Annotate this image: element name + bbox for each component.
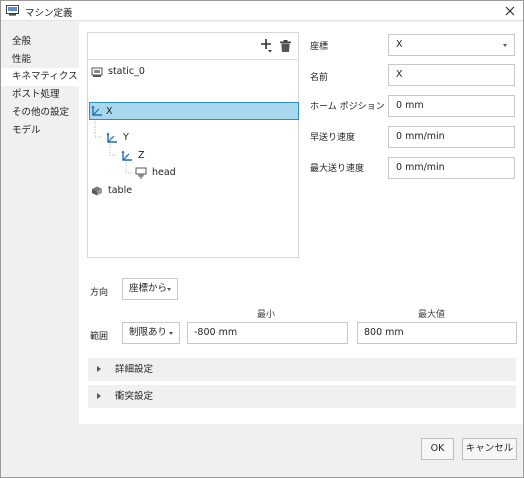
table-component-icon [92,186,102,196]
rapid-speed-label: 早送り速度 [310,133,356,143]
tree-item-y[interactable]: Y [106,129,256,147]
sidebar-item-other-settings[interactable]: その他の設定 [1,104,79,122]
tree-item-head[interactable]: head [135,164,285,182]
chevron-right-icon [97,366,101,372]
rapid-speed-field[interactable]: 0 mm/min [388,126,515,148]
tree-item-z[interactable]: Z [121,147,271,165]
sidebar-item-performance[interactable]: 性能 [1,51,79,69]
tree-item-x[interactable]: X [89,102,299,120]
range-mode-select[interactable]: 制限あり [122,322,180,344]
coordinate-select-value: X [396,39,403,50]
tree-item-static-0[interactable]: static_0 [91,63,241,81]
kinematics-tree: static_0 X Y Z head table [87,32,299,258]
tree-item-table[interactable]: table [91,182,241,200]
direction-select[interactable]: 座標から [122,278,178,300]
machine-definition-dialog: マシン定義 全般 性能 キネマティクス ポスト処理 その他の設定 モデル sta… [0,0,524,478]
cancel-button[interactable]: キャンセル [462,438,517,460]
linear-axis-icon [106,132,117,143]
collision-section-header[interactable]: 衝突設定 [88,385,516,408]
chevron-down-icon [503,44,507,47]
sidebar-item-model[interactable]: モデル [1,122,79,140]
home-position-label: ホーム ポジション [310,102,385,112]
machine-icon [6,5,19,16]
range-mode-select-value: 制限あり [129,327,168,338]
max-feed-label: 最大送り速度 [310,164,365,174]
chevron-right-icon [97,393,101,399]
range-label: 範囲 [90,332,109,342]
range-max-field[interactable]: 800 mm [357,322,517,344]
min-header: 最小 [257,310,276,320]
title-bar: マシン定義 [1,1,523,21]
direction-select-value: 座標から [129,283,168,294]
sidebar: 全般 性能 キネマティクス ポスト処理 その他の設定 モデル [1,22,79,477]
max-feed-field[interactable]: 0 mm/min [388,157,515,179]
details-section-label: 詳細設定 [115,364,154,375]
linear-axis-icon [91,105,102,116]
close-icon [505,6,515,16]
coordinate-label: 座標 [310,42,329,52]
close-button[interactable] [501,2,519,20]
name-label: 名前 [310,73,329,83]
details-section-header[interactable]: 詳細設定 [88,358,516,381]
chevron-down-icon [169,332,173,335]
name-field[interactable]: X [388,64,515,86]
chevron-down-icon [167,288,171,291]
collision-section-label: 衝突設定 [115,391,154,402]
coordinate-select[interactable]: X [388,34,515,56]
direction-label: 方向 [90,288,109,298]
range-min-field[interactable]: -800 mm [187,322,348,344]
head-component-icon [135,167,147,179]
linear-axis-icon [121,150,132,161]
window-title: マシン定義 [25,8,73,19]
sidebar-item-general[interactable]: 全般 [1,33,79,51]
home-position-field[interactable]: 0 mm [388,95,515,117]
max-header: 最大値 [418,310,446,320]
static-component-icon [91,67,103,77]
ok-button[interactable]: OK [421,438,454,460]
sidebar-item-kinematics[interactable]: キネマティクス [1,68,79,86]
kinematics-panel: static_0 X Y Z head table 座標 X 名前 X ホーム … [79,22,523,424]
sidebar-item-post-processing[interactable]: ポスト処理 [1,86,79,104]
